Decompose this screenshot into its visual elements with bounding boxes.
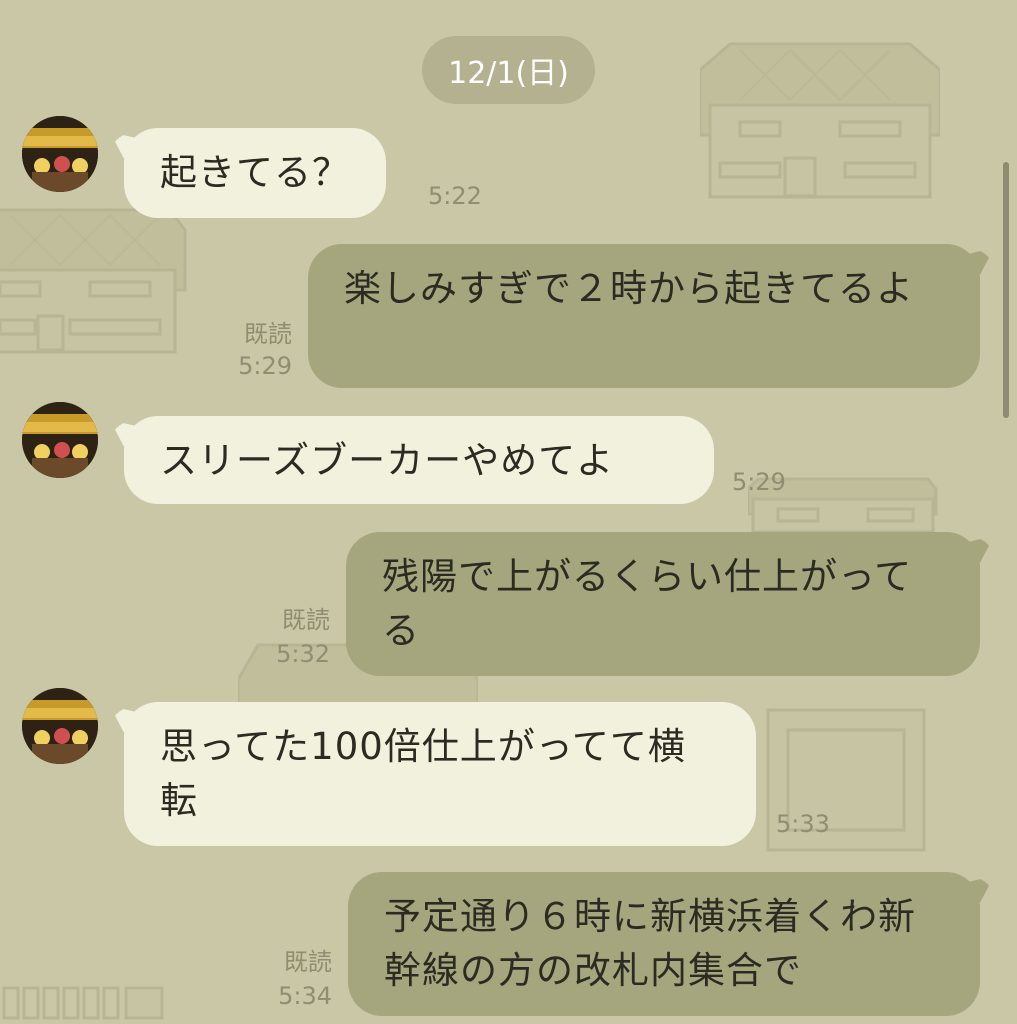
avatar[interactable]	[22, 688, 98, 764]
avatar-photo-icon	[22, 688, 98, 764]
background-house-icon	[0, 208, 187, 354]
background-house-icon	[700, 42, 940, 199]
read-receipt: 既読	[282, 606, 330, 634]
message-bubble-incoming[interactable]: 起きてる？	[124, 128, 386, 218]
message-time: 5:29	[238, 352, 292, 380]
message-bubble-outgoing[interactable]: 残陽で上がるくらい仕上がってる	[346, 532, 980, 676]
message-time: 5:33	[776, 810, 830, 838]
message-bubble-outgoing[interactable]: 楽しみすぎで２時から起きてるよ	[308, 244, 980, 388]
message-time: 5:29	[732, 468, 786, 496]
avatar-photo-icon	[22, 116, 98, 192]
read-receipt: 既読	[244, 320, 292, 348]
message-time: 5:34	[278, 982, 332, 1010]
avatar-photo-icon	[22, 402, 98, 478]
message-bubble-incoming[interactable]: スリーズブーカーやめてよ	[124, 416, 714, 504]
background-fence-icon	[2, 986, 164, 1020]
avatar[interactable]	[22, 116, 98, 192]
avatar[interactable]	[22, 402, 98, 478]
message-bubble-incoming[interactable]: 思ってた100倍仕上がってて横転	[124, 702, 756, 846]
read-receipt: 既読	[284, 948, 332, 976]
date-separator: 12/1(日)	[422, 36, 595, 104]
message-time: 5:22	[428, 182, 482, 210]
scrollbar[interactable]	[1003, 162, 1009, 418]
message-bubble-outgoing[interactable]: 予定通り６時に新横浜着くわ新幹線の方の改札内集合で	[348, 872, 980, 1016]
message-time: 5:32	[276, 640, 330, 668]
